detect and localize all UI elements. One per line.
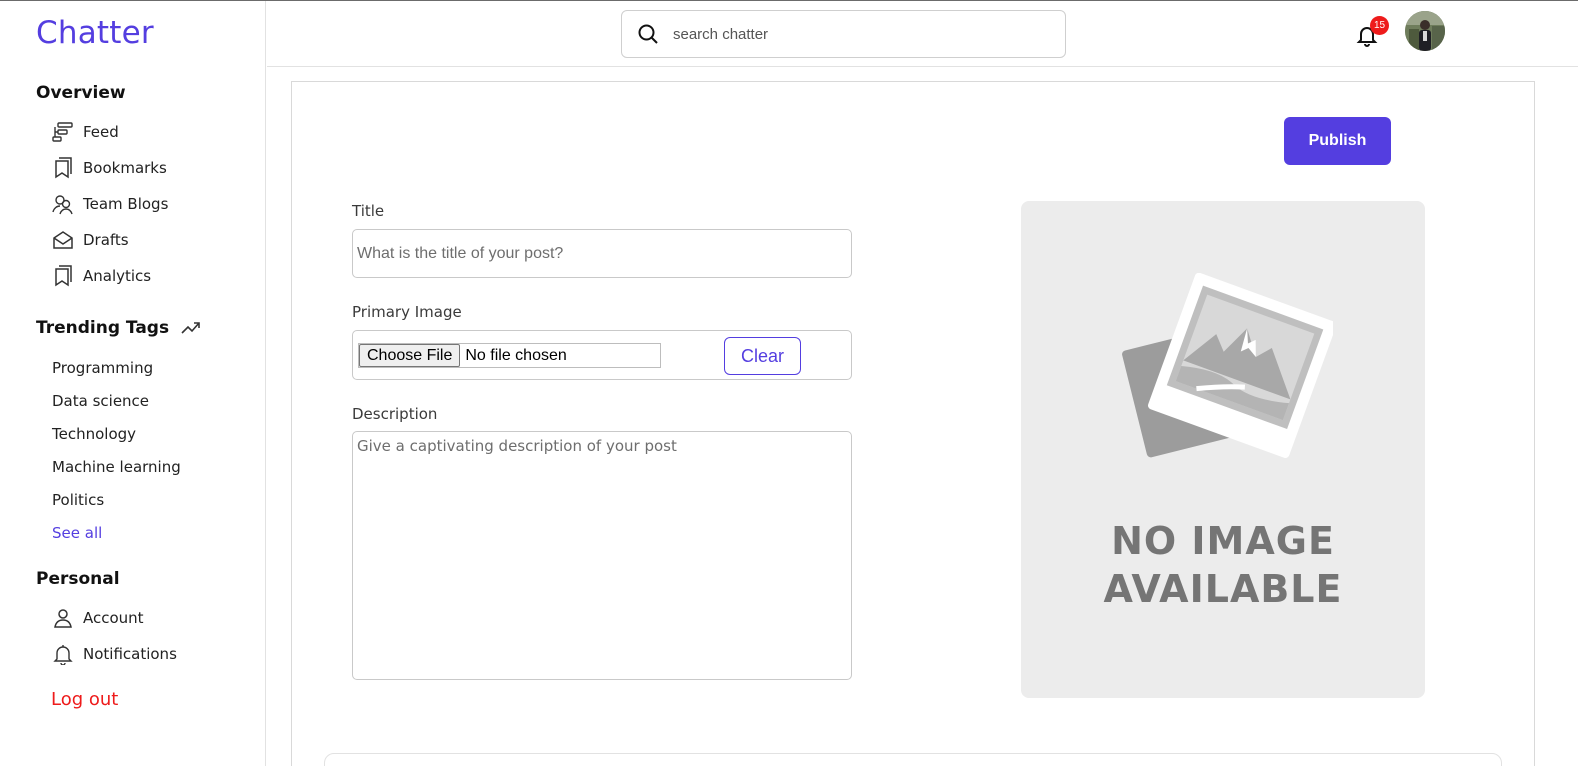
bottom-card — [324, 753, 1502, 766]
avatar[interactable] — [1405, 11, 1445, 51]
overview-heading: Overview — [36, 83, 126, 103]
bell-icon — [52, 643, 74, 665]
tag-programming[interactable]: Programming — [52, 359, 153, 377]
tag-machine-learning[interactable]: Machine learning — [52, 458, 181, 476]
primary-image-field: Choose File No file chosen Clear — [352, 330, 852, 380]
description-textarea[interactable] — [352, 431, 852, 680]
image-preview: NO IMAGE AVAILABLE — [1021, 201, 1425, 698]
description-label: Description — [352, 405, 438, 423]
no-image-line-1: NO IMAGE — [1111, 519, 1335, 563]
sidebar-item-label: Bookmarks — [83, 159, 167, 177]
app-logo[interactable]: Chatter — [36, 15, 154, 51]
sidebar-item-team-blogs[interactable]: Team Blogs — [52, 192, 168, 216]
publish-button[interactable]: Publish — [1284, 117, 1391, 165]
see-all-tags-link[interactable]: See all — [52, 524, 102, 542]
tag-technology[interactable]: Technology — [52, 425, 136, 443]
feed-icon — [52, 121, 74, 143]
bookmark-icon — [52, 157, 74, 179]
no-image-line-2: AVAILABLE — [1103, 567, 1343, 611]
sidebar-item-account[interactable]: Account — [52, 606, 144, 630]
title-input[interactable] — [352, 229, 852, 278]
no-image-placeholder-icon — [1113, 272, 1337, 477]
trending-tags-title: Trending Tags — [36, 318, 170, 338]
personal-heading: Personal — [36, 569, 120, 589]
sidebar: Chatter Overview Feed Bookmarks Team Blo… — [0, 1, 266, 766]
no-file-text: No file chosen — [465, 346, 567, 364]
trending-tags-heading: Trending Tags — [36, 318, 201, 338]
sidebar-item-label: Analytics — [83, 267, 152, 285]
notification-count-badge: 15 — [1370, 16, 1389, 35]
choose-file-button[interactable]: Choose File — [359, 344, 461, 367]
top-header: 15 — [267, 1, 1578, 67]
tag-politics[interactable]: Politics — [52, 491, 104, 509]
user-icon — [52, 607, 74, 629]
tag-data-science[interactable]: Data science — [52, 392, 149, 410]
primary-image-label: Primary Image — [352, 303, 462, 321]
bookmark-icon — [52, 265, 74, 287]
sidebar-item-label: Feed — [83, 123, 119, 141]
search-input[interactable] — [673, 25, 1033, 43]
sidebar-item-analytics[interactable]: Analytics — [52, 264, 151, 288]
sidebar-item-notifications[interactable]: Notifications — [52, 642, 177, 666]
clear-image-button[interactable]: Clear — [724, 337, 801, 375]
search-bar[interactable] — [621, 10, 1066, 58]
sidebar-item-label: Drafts — [83, 231, 129, 249]
title-label: Title — [352, 202, 385, 220]
trending-up-icon — [181, 321, 201, 335]
sidebar-item-bookmarks[interactable]: Bookmarks — [52, 156, 167, 180]
sidebar-item-drafts[interactable]: Drafts — [52, 228, 129, 252]
team-icon — [52, 193, 74, 215]
sidebar-item-label: Account — [83, 609, 144, 627]
sidebar-item-label: Team Blogs — [83, 195, 169, 213]
envelope-icon — [52, 229, 74, 251]
sidebar-item-label: Notifications — [83, 645, 177, 663]
logout-button[interactable]: Log out — [51, 689, 118, 710]
file-input[interactable]: Choose File No file chosen — [358, 343, 661, 368]
sidebar-item-feed[interactable]: Feed — [52, 120, 119, 144]
search-icon — [637, 23, 659, 45]
